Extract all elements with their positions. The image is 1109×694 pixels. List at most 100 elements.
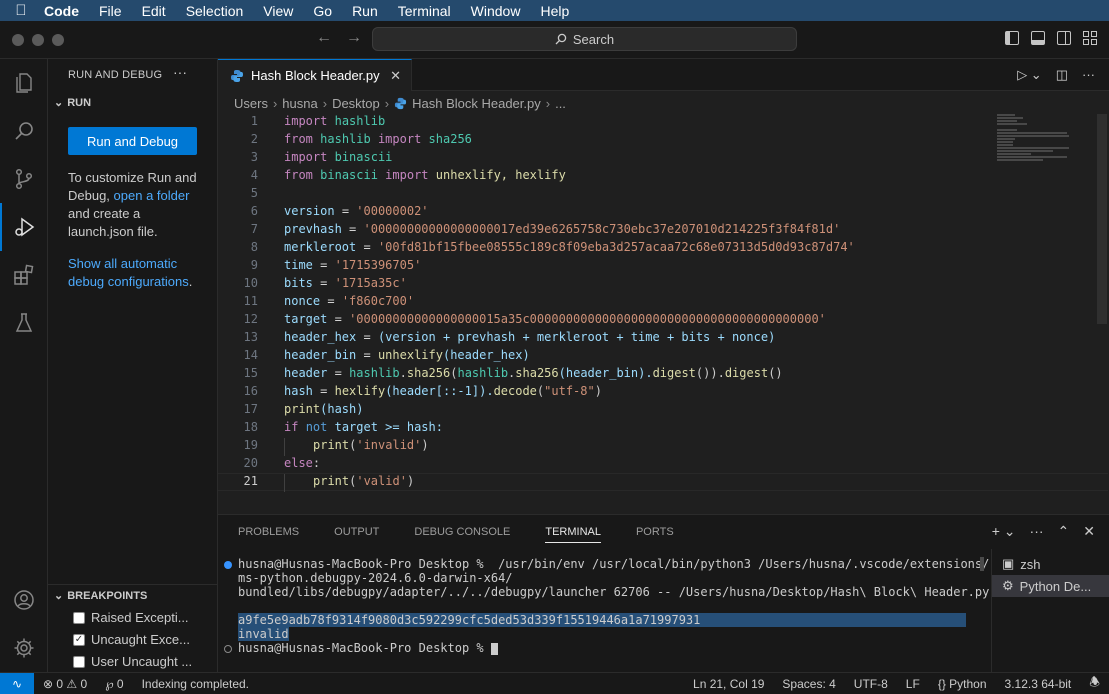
- arrow-left-icon[interactable]: ←: [316, 29, 332, 47]
- breakpoints-header[interactable]: ⌄ BREAKPOINTS: [54, 589, 147, 603]
- terminal-item-zsh[interactable]: ▣ zsh: [992, 553, 1109, 575]
- breakpoint-label: User Uncaught ...: [91, 654, 193, 669]
- checkbox[interactable]: [73, 611, 85, 624]
- breadcrumb-husna[interactable]: husna: [282, 96, 317, 111]
- toggle-panel-icon[interactable]: [1031, 31, 1045, 45]
- more-actions-icon[interactable]: ···: [1082, 67, 1095, 83]
- run-and-debug-icon[interactable]: [0, 203, 48, 251]
- settings-gear-icon[interactable]: [0, 624, 48, 672]
- menu-selection[interactable]: Selection: [176, 3, 254, 19]
- checkbox[interactable]: [73, 655, 85, 668]
- arrow-right-icon[interactable]: →: [346, 29, 362, 47]
- breakpoint-raised-exceptions[interactable]: Raised Excepti...: [73, 610, 189, 625]
- command-decoration-icon[interactable]: [224, 645, 232, 653]
- code-line: time = '1715396705': [284, 258, 422, 272]
- explorer-icon[interactable]: [0, 59, 48, 107]
- run-section-header[interactable]: ⌄ RUN: [54, 96, 91, 110]
- show-all-configurations-link[interactable]: Show all automatic debug configurations: [68, 256, 189, 289]
- maximize-panel-icon[interactable]: ⌃: [1058, 523, 1070, 540]
- tab-hash-block-header[interactable]: Hash Block Header.py ✕: [218, 59, 412, 91]
- code-editor[interactable]: 1 2 3 4 5 6 7 8 9 10 11 12 13 14 15 16 1…: [218, 114, 998, 514]
- menu-help[interactable]: Help: [530, 3, 579, 19]
- tab-ports[interactable]: PORTS: [636, 526, 674, 543]
- line-number: 8: [250, 240, 258, 254]
- code-line: version = '00000002': [284, 204, 429, 218]
- breakpoint-label: Raised Excepti...: [91, 610, 189, 625]
- code-line: target = '00000000000000000015a35c000000…: [284, 312, 826, 326]
- tab-terminal[interactable]: TERMINAL: [545, 526, 601, 543]
- menu-edit[interactable]: Edit: [132, 3, 176, 19]
- run-python-file-icon[interactable]: ▷ ⌄: [1017, 67, 1042, 83]
- toggle-sidebar-icon[interactable]: [1005, 31, 1019, 45]
- menu-app-name[interactable]: Code: [42, 3, 89, 19]
- breakpoint-user-uncaught[interactable]: User Uncaught ...: [73, 654, 192, 669]
- problems-status[interactable]: ⊗ 0 ⚠ 0: [34, 677, 96, 691]
- remote-indicator-icon[interactable]: ∿: [0, 672, 34, 694]
- terminal-scrollbar[interactable]: [980, 557, 984, 571]
- breadcrumb-symbols[interactable]: ...: [555, 96, 566, 111]
- end-of-line[interactable]: LF: [897, 677, 929, 691]
- chevron-right-icon: ›: [272, 96, 278, 111]
- indentation[interactable]: Spaces: 4: [773, 677, 844, 691]
- activity-bar: [0, 59, 48, 672]
- menu-view[interactable]: View: [253, 3, 303, 19]
- tab-problems[interactable]: PROBLEMS: [238, 526, 299, 543]
- language-mode[interactable]: {} Python: [929, 677, 996, 691]
- bottom-panel: PROBLEMS OUTPUT DEBUG CONSOLE TERMINAL P…: [218, 514, 1109, 673]
- more-actions-icon[interactable]: ···: [173, 64, 187, 80]
- menu-run[interactable]: Run: [342, 3, 388, 19]
- close-panel-icon[interactable]: ✕: [1083, 523, 1095, 540]
- menu-window[interactable]: Window: [461, 3, 531, 19]
- search-view-icon[interactable]: [0, 107, 48, 155]
- breadcrumb-desktop[interactable]: Desktop: [332, 96, 380, 111]
- extensions-icon[interactable]: [0, 251, 48, 299]
- run-and-debug-button[interactable]: Run and Debug: [68, 127, 197, 155]
- tab-debug-console[interactable]: DEBUG CONSOLE: [414, 526, 510, 543]
- menu-terminal[interactable]: Terminal: [388, 3, 461, 19]
- code-line: from binascii import unhexlify, hexlify: [284, 168, 566, 182]
- sidebar-title: RUN AND DEBUG: [68, 69, 163, 81]
- checkbox-checked[interactable]: ✓: [73, 633, 85, 646]
- account-icon[interactable]: [0, 576, 48, 624]
- command-success-decoration-icon[interactable]: [224, 561, 232, 569]
- indent-guide: [284, 438, 285, 456]
- close-window-button[interactable]: [12, 34, 24, 46]
- editor-scrollbar[interactable]: [1097, 114, 1107, 324]
- testing-icon[interactable]: [0, 299, 48, 347]
- breadcrumb-users[interactable]: Users: [234, 96, 268, 111]
- source-control-icon[interactable]: [0, 155, 48, 203]
- navigation-arrows: ← →: [316, 29, 362, 47]
- toggle-secondary-sidebar-icon[interactable]: [1057, 31, 1071, 45]
- encoding[interactable]: UTF-8: [845, 677, 897, 691]
- terminal-item-python-debug[interactable]: ⚙ Python De...: [992, 575, 1109, 597]
- menu-file[interactable]: File: [89, 3, 132, 19]
- notifications-bell-icon[interactable]: 🕭: [1080, 673, 1109, 694]
- line-number: 5: [250, 186, 258, 200]
- menu-go[interactable]: Go: [303, 3, 342, 19]
- command-center-search[interactable]: Search: [372, 27, 797, 51]
- minimize-window-button[interactable]: [32, 34, 44, 46]
- tab-output[interactable]: OUTPUT: [334, 526, 379, 543]
- line-number: 20: [243, 456, 258, 470]
- line-number: 9: [250, 258, 258, 272]
- new-terminal-icon[interactable]: + ⌄: [992, 523, 1016, 540]
- code-line: else:: [284, 456, 321, 470]
- line-number: 19: [243, 438, 258, 452]
- cursor-position[interactable]: Ln 21, Col 19: [684, 677, 773, 691]
- breadcrumb-file[interactable]: Hash Block Header.py: [412, 96, 541, 111]
- zoom-window-button[interactable]: [52, 34, 64, 46]
- split-editor-icon[interactable]: ◫: [1056, 67, 1068, 83]
- python-interpreter[interactable]: 3.12.3 64-bit: [996, 677, 1081, 691]
- tab-title: Hash Block Header.py: [251, 68, 380, 83]
- apple-icon[interactable]: : [0, 2, 42, 19]
- line-number: 12: [243, 312, 258, 326]
- breakpoint-uncaught-exceptions[interactable]: ✓ Uncaught Exce...: [73, 632, 190, 647]
- customize-layout-icon[interactable]: [1083, 31, 1097, 45]
- show-all-hint: Show all automatic debug configurations.: [68, 255, 198, 291]
- open-folder-link[interactable]: open a folder: [114, 188, 190, 203]
- more-actions-icon[interactable]: ···: [1030, 523, 1044, 540]
- close-icon[interactable]: ✕: [390, 68, 401, 84]
- ports-status[interactable]: ℘ 0: [96, 677, 132, 691]
- minimap[interactable]: [997, 114, 1097, 164]
- line-number: 16: [243, 384, 258, 398]
